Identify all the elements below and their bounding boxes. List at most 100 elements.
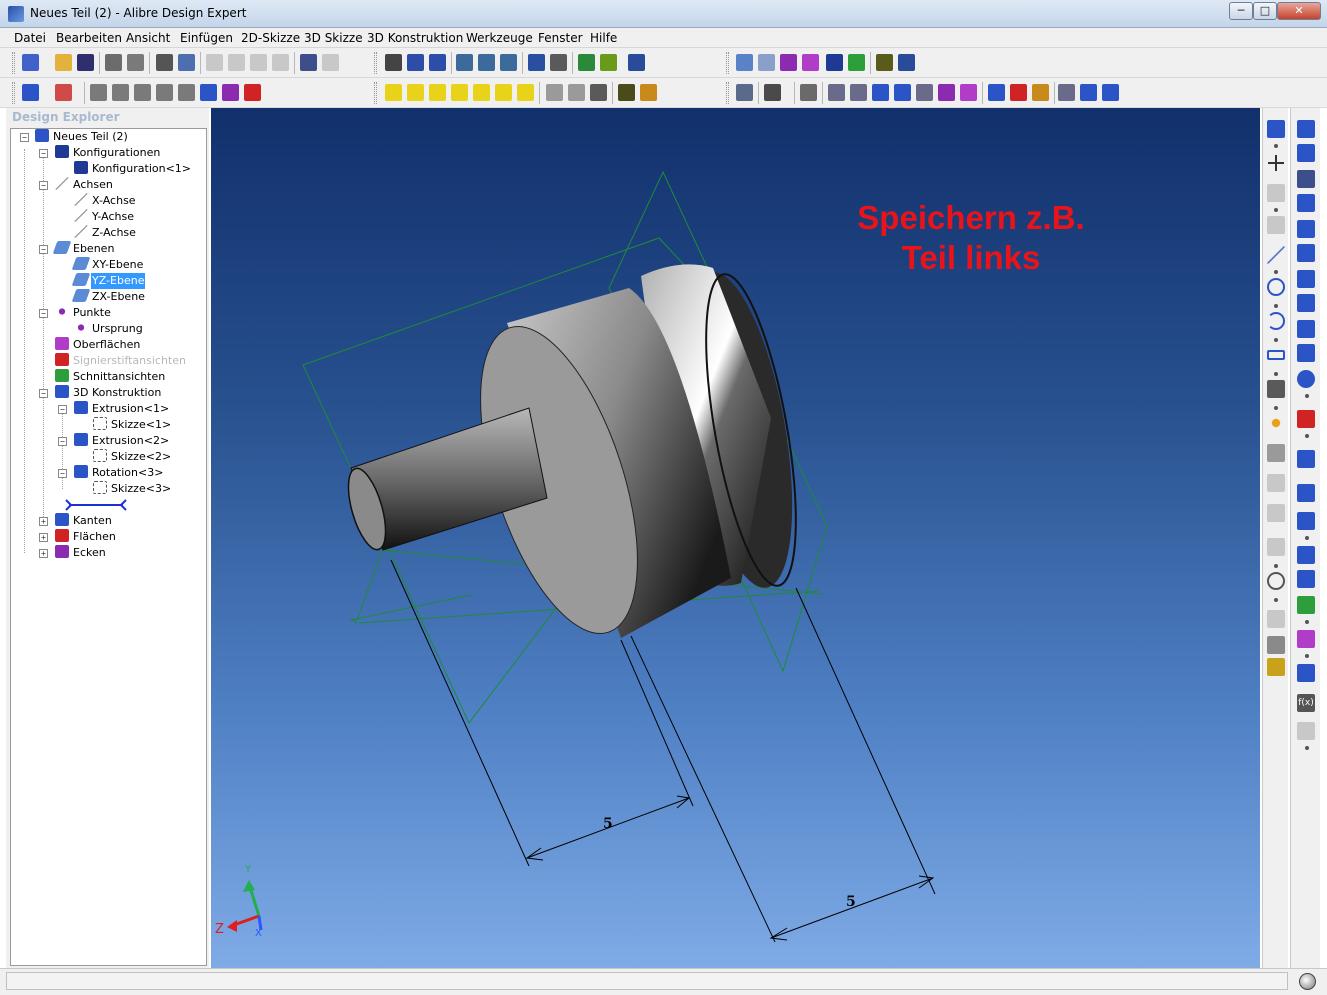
shaded-icon[interactable] bbox=[590, 84, 607, 101]
wireframe-icon[interactable] bbox=[546, 84, 563, 101]
menu-bearbeiten[interactable]: Bearbeiten bbox=[54, 30, 124, 46]
split-icon[interactable] bbox=[1297, 630, 1315, 648]
sketch-pattern-icon[interactable] bbox=[1267, 538, 1285, 556]
sketch-dimension-icon[interactable] bbox=[156, 84, 173, 101]
view-left-icon[interactable] bbox=[495, 84, 512, 101]
lock-icon[interactable] bbox=[1267, 610, 1285, 628]
zoom-fit-icon[interactable] bbox=[500, 54, 517, 71]
menu-hilfe[interactable]: Hilfe bbox=[588, 30, 619, 46]
shell-icon[interactable] bbox=[960, 84, 977, 101]
reference-axis-icon[interactable] bbox=[758, 54, 775, 71]
toolbar-grip[interactable] bbox=[374, 52, 377, 74]
arc-icon[interactable] bbox=[1267, 312, 1285, 330]
boolean-icon[interactable] bbox=[1297, 596, 1315, 614]
extrude-cut-side-icon[interactable] bbox=[1297, 144, 1315, 162]
close-button[interactable]: ✕ bbox=[1277, 2, 1321, 20]
select-icon[interactable] bbox=[385, 54, 402, 71]
maximize-button[interactable]: □ bbox=[1253, 2, 1277, 20]
helix-cut-icon[interactable] bbox=[1297, 344, 1315, 362]
sketch-constraint-icon[interactable] bbox=[134, 84, 151, 101]
tree-item-konfiguration-1[interactable]: Konfiguration<1> bbox=[74, 161, 192, 177]
tree-item-rotation-3[interactable]: Rotation<3> bbox=[74, 465, 164, 481]
sketch-tool-icon[interactable] bbox=[90, 84, 107, 101]
tree-item-zx-ebene[interactable]: ZX-Ebene bbox=[71, 289, 146, 305]
previous-view-icon[interactable] bbox=[528, 54, 545, 71]
cut-icon[interactable] bbox=[206, 54, 223, 71]
mass-properties-icon[interactable] bbox=[898, 54, 915, 71]
expand-toggle[interactable]: + bbox=[39, 549, 48, 558]
mirror-sketch-icon[interactable] bbox=[1267, 636, 1285, 654]
plus-icon[interactable] bbox=[1267, 154, 1285, 172]
collapse-toggle[interactable]: − bbox=[58, 405, 67, 414]
tree-item-y-achse[interactable]: Y-Achse bbox=[74, 209, 135, 225]
view-iso-icon[interactable] bbox=[385, 84, 402, 101]
hidden-line-icon[interactable] bbox=[568, 84, 585, 101]
toolbar-dropdown[interactable] bbox=[1274, 372, 1278, 376]
view-top-icon[interactable] bbox=[451, 84, 468, 101]
toolbar-grip[interactable] bbox=[374, 82, 377, 104]
perspective-icon[interactable] bbox=[618, 84, 635, 101]
text-icon[interactable] bbox=[1267, 444, 1285, 462]
feature-tree[interactable]: − Neues Teil (2) − Konfigurationen Konfi… bbox=[10, 128, 207, 966]
3d-viewport[interactable]: Speichern z.B. Teil links 5 5 Z Y X bbox=[211, 108, 1260, 968]
zoom-in-icon[interactable] bbox=[456, 54, 473, 71]
line-icon[interactable] bbox=[1267, 246, 1285, 264]
mirror-side-icon[interactable] bbox=[1297, 546, 1315, 564]
point-icon[interactable] bbox=[1267, 414, 1285, 432]
dimension-label[interactable]: 5 bbox=[603, 816, 613, 832]
function-icon[interactable]: f(x) bbox=[1297, 694, 1315, 712]
trim-icon[interactable] bbox=[1267, 216, 1285, 234]
publish-icon[interactable] bbox=[127, 54, 144, 71]
extrude-cut-icon[interactable] bbox=[850, 84, 867, 101]
box-icon[interactable] bbox=[764, 84, 781, 101]
configuration-tool-icon[interactable] bbox=[826, 54, 843, 71]
save-icon[interactable] bbox=[77, 54, 94, 71]
expand-toggle[interactable]: + bbox=[39, 533, 48, 542]
revolve-cut-icon[interactable] bbox=[894, 84, 911, 101]
loft-side-icon[interactable] bbox=[1297, 220, 1315, 238]
toolbar-dropdown[interactable] bbox=[1274, 270, 1278, 274]
tree-item-ebenen[interactable]: Ebenen bbox=[52, 241, 115, 257]
globe-icon[interactable] bbox=[1299, 973, 1316, 990]
expand-toggle[interactable]: + bbox=[39, 517, 48, 526]
chamfer-icon[interactable] bbox=[988, 84, 1005, 101]
project-icon[interactable] bbox=[1267, 658, 1285, 676]
tree-item-flaechen[interactable]: Flächen bbox=[55, 529, 117, 545]
pattern-icon[interactable] bbox=[1058, 84, 1075, 101]
tree-item-x-achse[interactable]: X-Achse bbox=[74, 193, 137, 209]
collapse-toggle[interactable]: − bbox=[39, 149, 48, 158]
paste-icon[interactable] bbox=[250, 54, 267, 71]
dimension-side-icon[interactable] bbox=[1297, 722, 1315, 740]
assembly-icon[interactable] bbox=[736, 84, 753, 101]
chamfer-side-icon[interactable] bbox=[1297, 410, 1315, 428]
toolbar-grip[interactable] bbox=[726, 52, 729, 74]
view-right-icon[interactable] bbox=[517, 84, 534, 101]
fillet-sketch-icon[interactable] bbox=[1267, 504, 1285, 522]
pattern-side-icon[interactable] bbox=[1297, 512, 1315, 530]
surface-icon[interactable] bbox=[802, 54, 819, 71]
dimension-label[interactable]: 5 bbox=[846, 894, 856, 910]
sketch-point-icon[interactable] bbox=[222, 84, 239, 101]
print-preview-icon[interactable] bbox=[178, 54, 195, 71]
delete-icon[interactable] bbox=[272, 54, 289, 71]
section-view-icon[interactable] bbox=[848, 54, 865, 71]
app-icon[interactable] bbox=[8, 6, 24, 22]
loft-icon[interactable] bbox=[938, 84, 955, 101]
tree-item-xy-ebene[interactable]: XY-Ebene bbox=[71, 257, 144, 273]
revolve-cut-side-icon[interactable] bbox=[1297, 194, 1315, 212]
extrude-boss-icon[interactable] bbox=[828, 84, 845, 101]
view-back-icon[interactable] bbox=[429, 84, 446, 101]
next-view-icon[interactable] bbox=[550, 54, 567, 71]
revolve-side-icon[interactable] bbox=[1297, 170, 1315, 188]
tree-item-achsen[interactable]: Achsen bbox=[55, 177, 114, 193]
reference-plane-icon[interactable] bbox=[736, 54, 753, 71]
draft-icon[interactable] bbox=[1010, 84, 1027, 101]
measure-icon[interactable] bbox=[578, 54, 595, 71]
toolbar-dropdown[interactable] bbox=[1305, 536, 1309, 540]
dimension-lines[interactable] bbox=[390, 559, 936, 943]
scale-icon[interactable] bbox=[1102, 84, 1119, 101]
toolbar-grip[interactable] bbox=[12, 52, 15, 74]
tree-item-skizze-2[interactable]: Skizze<2> bbox=[93, 449, 172, 465]
tree-item-punkte[interactable]: Punkte bbox=[55, 305, 112, 321]
sweep-icon[interactable] bbox=[916, 84, 933, 101]
